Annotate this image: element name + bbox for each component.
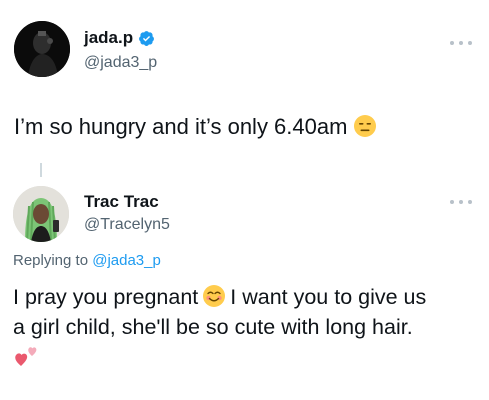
reply-line-3 [13, 342, 483, 372]
two-hearts-emoji-icon [15, 347, 37, 366]
replying-to-label: Replying to [13, 252, 89, 269]
replying-to-line: Replying to @jada3_p [13, 251, 161, 271]
reply-author-display-name[interactable]: Trac Trac [84, 192, 159, 212]
jada-name-row: jada.p [84, 28, 155, 48]
expressionless-face-emoji-icon [354, 115, 377, 137]
reply-line-2: a girl child, she'll be so cute with lon… [13, 315, 413, 339]
reply-text: I pray you pregnant I want you to give u… [13, 282, 483, 372]
dark-portrait-avatar-icon [14, 21, 70, 77]
verified-badge-icon [139, 30, 155, 46]
smiling-face-emoji-icon [203, 285, 226, 307]
thread-connector [40, 163, 42, 177]
tweet-text: I’m so hungry and it’s only 6.40am [14, 113, 377, 141]
reply-author-handle[interactable]: @Tracelyn5 [84, 215, 170, 235]
author-display-name[interactable]: jada.p [84, 28, 133, 48]
replying-to-mention-link[interactable]: @jada3_p [92, 252, 161, 269]
ellipsis-icon[interactable] [450, 38, 472, 48]
twitter-thread-screenshot: jada.p @jada3_p I’m so hungry and it’s o… [0, 0, 489, 400]
jada-avatar[interactable] [14, 21, 70, 77]
trac-name-row: Trac Trac [84, 192, 159, 212]
reply-line-1: I pray you pregnant I want you to give u… [13, 282, 483, 312]
author-handle[interactable]: @jada3_p [84, 53, 157, 73]
reply-text-part1: I pray you pregnant [13, 285, 199, 309]
ellipsis-icon[interactable] [450, 197, 472, 207]
reply-text-part2: I want you to give us [230, 285, 427, 309]
tweet-body: I’m so hungry and it’s only 6.40am [14, 114, 348, 139]
trac-avatar[interactable] [13, 186, 69, 242]
green-braids-avatar-icon [13, 186, 69, 242]
